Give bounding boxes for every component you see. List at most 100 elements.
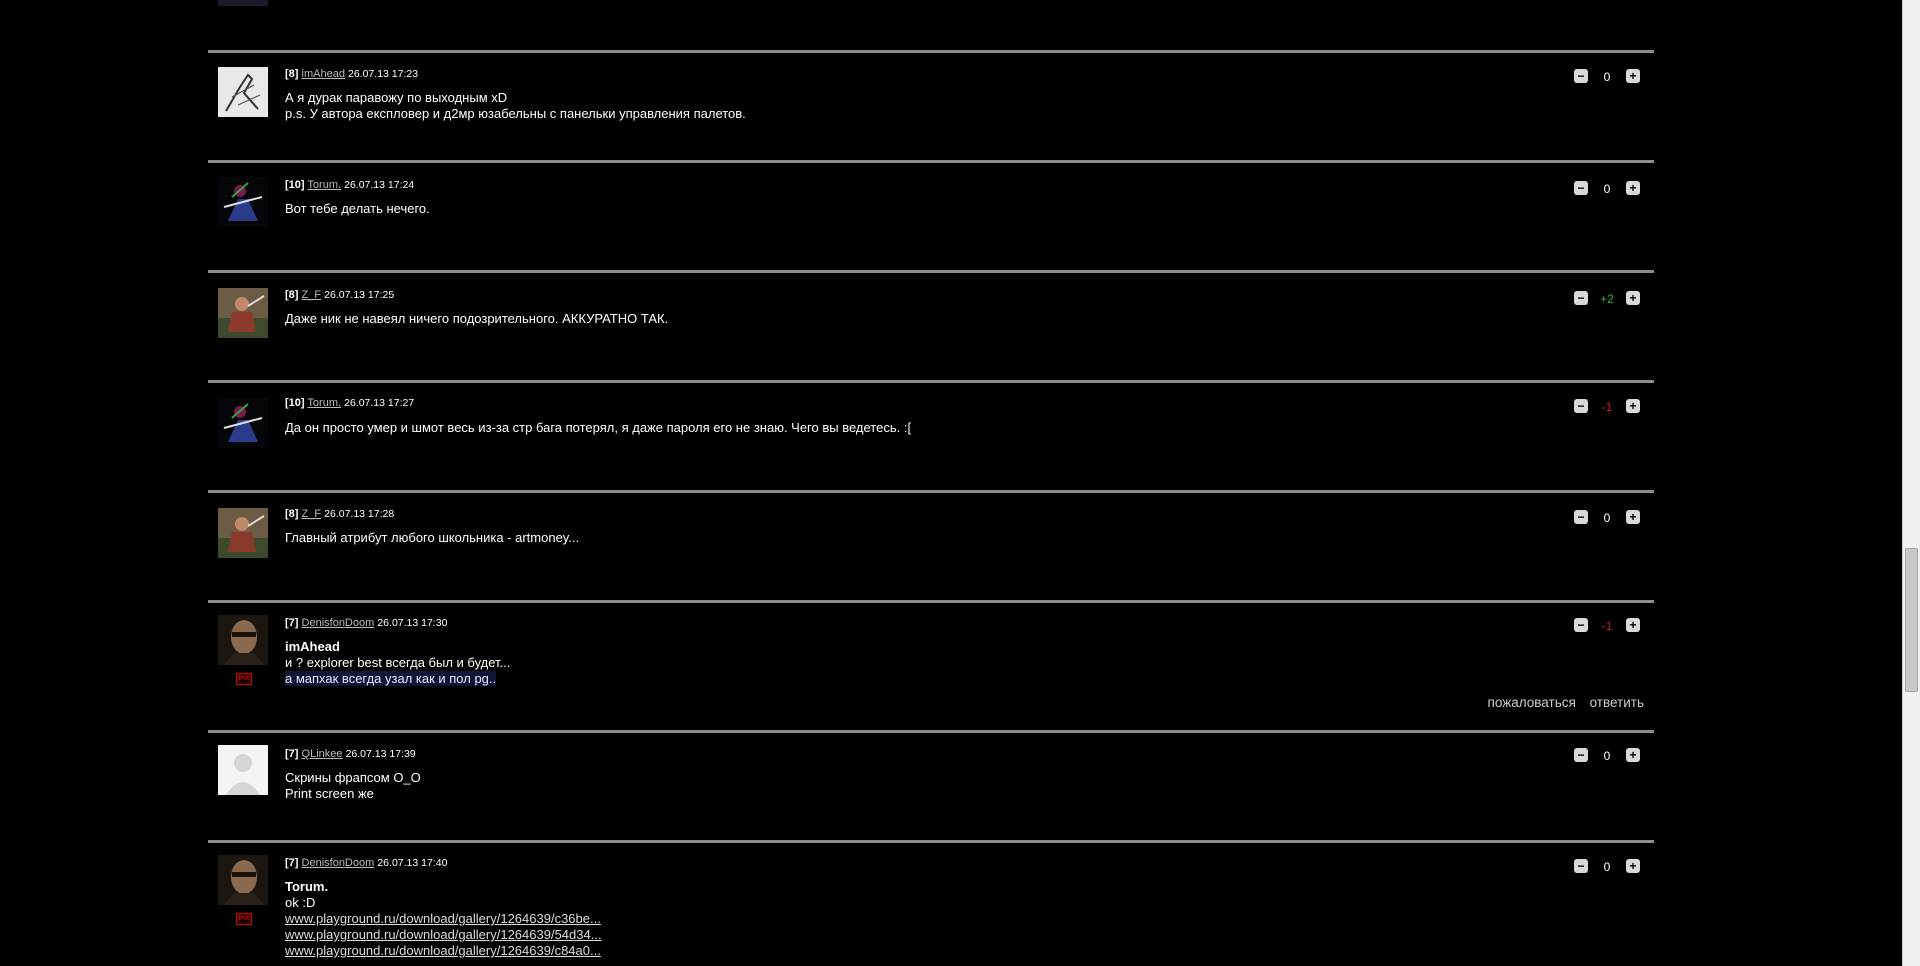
username-link[interactable]: DenisfonDoom <box>302 857 375 869</box>
comment-body: Torum. ok :D www.playground.ru/download/… <box>285 879 602 959</box>
avatar[interactable] <box>218 177 268 227</box>
vote-score: 0 <box>1603 182 1611 196</box>
vertical-scrollbar[interactable] <box>1902 0 1920 966</box>
pix-badge: PIX <box>236 673 252 685</box>
plus-icon[interactable]: + <box>1626 618 1640 632</box>
minus-icon[interactable]: − <box>1574 69 1588 83</box>
timestamp: 26.07.13 17:23 <box>348 68 419 80</box>
comment-body: Даже ник не навеял ничего подозрительног… <box>285 311 668 327</box>
report-link[interactable]: пожаловаться <box>1488 695 1576 710</box>
user-level: [8] <box>285 289 299 301</box>
username-link[interactable]: Torum. <box>307 397 341 409</box>
minus-icon[interactable]: − <box>1574 181 1588 195</box>
gallery-link[interactable]: www.playground.ru/download/gallery/12646… <box>285 911 601 926</box>
comment-item: [8] imAhead 26.07.13 17:23 А я дурак пар… <box>208 53 1654 163</box>
timestamp: 26.07.13 17:28 <box>324 508 395 520</box>
comment-header: [7] DenisfonDoom 26.07.13 17:30 <box>285 617 447 629</box>
comment-line: А я дурак паравожу по выходным xD <box>285 90 508 105</box>
comment-header: [8] Z_F 26.07.13 17:28 <box>285 508 394 520</box>
timestamp: 26.07.13 17:40 <box>377 857 448 869</box>
user-level: [10] <box>285 179 305 191</box>
vote-control: − 0 + <box>1574 510 1640 526</box>
user-level: [7] <box>285 857 299 869</box>
vote-score: 0 <box>1603 860 1611 874</box>
scrollbar-thumb[interactable] <box>1905 548 1918 692</box>
plus-icon[interactable]: + <box>1626 748 1640 762</box>
vote-control: − -1 + <box>1574 399 1640 415</box>
minus-icon[interactable]: − <box>1574 859 1588 873</box>
user-level: [7] <box>285 617 299 629</box>
vote-score: +2 <box>1600 292 1614 306</box>
vote-score: 0 <box>1603 511 1611 525</box>
username-link[interactable]: Torum. <box>307 179 341 191</box>
plus-icon[interactable]: + <box>1626 859 1640 873</box>
minus-icon[interactable]: − <box>1574 399 1588 413</box>
previous-comment-tail <box>208 0 1654 53</box>
reply-link[interactable]: ответить <box>1590 695 1644 710</box>
comment-line: Даже ник не навеял ничего подозрительног… <box>285 311 669 326</box>
quoted-text: а мапхак всегда узал как и пол pg.. <box>285 671 497 686</box>
vote-control: − -1 + <box>1574 618 1640 634</box>
timestamp: 26.07.13 17:39 <box>345 748 416 760</box>
username-link[interactable]: imAhead <box>302 68 345 80</box>
plus-icon[interactable]: + <box>1626 291 1640 305</box>
avatar[interactable] <box>218 855 268 905</box>
avatar[interactable] <box>218 288 268 338</box>
plus-icon[interactable]: + <box>1626 69 1640 83</box>
avatar[interactable] <box>218 508 268 558</box>
avatar <box>218 0 268 6</box>
comment-item: PIX [7] DenisfonDoom 26.07.13 17:30 imAh… <box>208 603 1654 733</box>
username-link[interactable]: DenisfonDoom <box>302 617 375 629</box>
timestamp: 26.07.13 17:24 <box>344 179 415 191</box>
pix-badge: PIX <box>236 913 252 925</box>
comment-line: Да он просто умер и шмот весь из-за стр … <box>285 420 912 435</box>
minus-icon[interactable]: − <box>1574 291 1588 305</box>
username-link[interactable]: Z_F <box>302 508 322 520</box>
comment-body: Вот тебе делать нечего. <box>285 201 430 217</box>
minus-icon[interactable]: − <box>1574 618 1588 632</box>
comment-item: [8] Z_F 26.07.13 17:25 Даже ник не навея… <box>208 273 1654 383</box>
comment-header: [7] DenisfonDoom 26.07.13 17:40 <box>285 857 447 869</box>
comment-header: [8] Z_F 26.07.13 17:25 <box>285 289 394 301</box>
comment-header: [10] Torum. 26.07.13 17:24 <box>285 179 414 191</box>
avatar[interactable] <box>218 745 268 795</box>
comment-body: Скрины фрапсом O_O Print screen же <box>285 770 421 802</box>
user-level: [10] <box>285 397 305 409</box>
comment-line: Print screen же <box>285 786 374 801</box>
comment-body: Главный атрибут любого школьника - artmo… <box>285 530 579 546</box>
vote-score: 0 <box>1603 749 1611 763</box>
plus-icon[interactable]: + <box>1626 510 1640 524</box>
comment-line: Скрины фрапсом O_O <box>285 770 421 785</box>
comment-item: [8] Z_F 26.07.13 17:28 Главный атрибут л… <box>208 493 1654 603</box>
gallery-link[interactable]: www.playground.ru/download/gallery/12646… <box>285 943 601 958</box>
gallery-link[interactable]: www.playground.ru/download/gallery/12646… <box>285 927 602 942</box>
minus-icon[interactable]: − <box>1574 748 1588 762</box>
timestamp: 26.07.13 17:27 <box>344 397 415 409</box>
username-link[interactable]: Z_F <box>302 289 322 301</box>
comment-line: p.s. У автора експловер и д2мр юзабельны… <box>285 106 746 121</box>
plus-icon[interactable]: + <box>1626 181 1640 195</box>
comment-line: Вот тебе делать нечего. <box>285 201 430 216</box>
comment-line: Главный атрибут любого школьника - artmo… <box>285 530 580 545</box>
username-link[interactable]: QLinkee <box>302 748 343 760</box>
comment-body: Да он просто умер и шмот весь из-за стр … <box>285 420 911 436</box>
comment-feed: [8] imAhead 26.07.13 17:23 А я дурак пар… <box>208 0 1654 966</box>
minus-icon[interactable]: − <box>1574 510 1588 524</box>
vote-control: − +2 + <box>1574 291 1640 307</box>
user-level: [8] <box>285 508 299 520</box>
avatar[interactable] <box>218 398 268 448</box>
vote-control: − 0 + <box>1574 181 1640 197</box>
vote-control: − 0 + <box>1574 69 1640 85</box>
avatar[interactable] <box>218 615 268 665</box>
reply-to-name: imAhead <box>285 639 340 654</box>
vote-control: − 0 + <box>1574 748 1640 764</box>
comment-actions: пожаловаться ответить <box>1478 695 1644 710</box>
comment-body: imAhead и ? explorer best всегда был и б… <box>285 639 510 687</box>
comment-line: и ? explorer best всегда был и будет... <box>285 655 511 670</box>
vote-score: -1 <box>1601 400 1613 414</box>
vote-control: − 0 + <box>1574 859 1640 875</box>
comment-item: [10] Torum. 26.07.13 17:24 Вот тебе дела… <box>208 163 1654 273</box>
avatar[interactable] <box>218 67 268 117</box>
comment-line: ok :D <box>285 895 316 910</box>
plus-icon[interactable]: + <box>1626 399 1640 413</box>
